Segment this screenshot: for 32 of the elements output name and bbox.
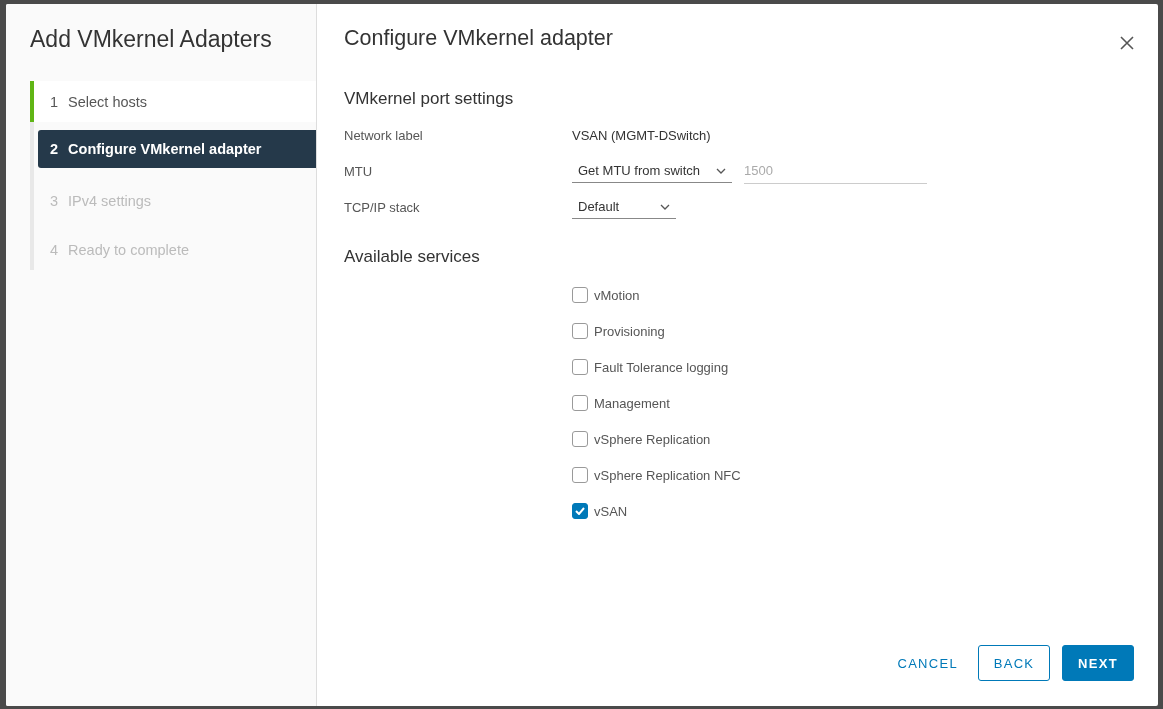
- checkbox-label: vSAN: [594, 503, 628, 519]
- close-icon[interactable]: [1120, 35, 1134, 50]
- checkbox[interactable]: [572, 287, 588, 303]
- checkbox[interactable]: [572, 431, 588, 447]
- checkbox[interactable]: [572, 467, 588, 483]
- section-heading: VMkernel port settings: [344, 89, 515, 109]
- checkbox[interactable]: [572, 323, 588, 339]
- caret-icon: [716, 167, 726, 174]
- wizard-step[interactable]: 2 Configure VMkernel adapter: [38, 130, 316, 168]
- field-label: MTU: [344, 163, 374, 179]
- field-label: Network label: [344, 127, 424, 143]
- wizard-title: Add VMkernel Adapters: [30, 26, 273, 54]
- checkbox-label: Management: [594, 395, 670, 411]
- checkbox[interactable]: [572, 395, 588, 411]
- caret-icon: [660, 203, 670, 210]
- checkbox[interactable]: [572, 359, 588, 375]
- checkbox[interactable]: [572, 503, 588, 519]
- checkbox-label: vSphere Replication: [594, 431, 711, 447]
- check-icon: [575, 507, 585, 515]
- dropdown[interactable]: Get MTU from switch: [572, 159, 732, 183]
- field-value: VSAN (MGMT-DSwitch): [572, 127, 711, 143]
- section-heading: Available services: [344, 247, 481, 267]
- next-button[interactable]: NEXT: [1062, 645, 1134, 681]
- page-title: Configure VMkernel adapter: [344, 26, 613, 51]
- back-button[interactable]: BACK: [978, 645, 1050, 681]
- checkbox-label: Provisioning: [594, 323, 665, 339]
- dropdown[interactable]: Default: [572, 195, 676, 219]
- checkbox-label: vMotion: [594, 287, 640, 303]
- checkbox-label: vSphere Replication NFC: [594, 467, 741, 483]
- field-label: TCP/IP stack: [344, 199, 421, 215]
- cancel-button[interactable]: CANCEL: [889, 645, 966, 681]
- checkbox-label: Fault Tolerance logging: [594, 359, 729, 375]
